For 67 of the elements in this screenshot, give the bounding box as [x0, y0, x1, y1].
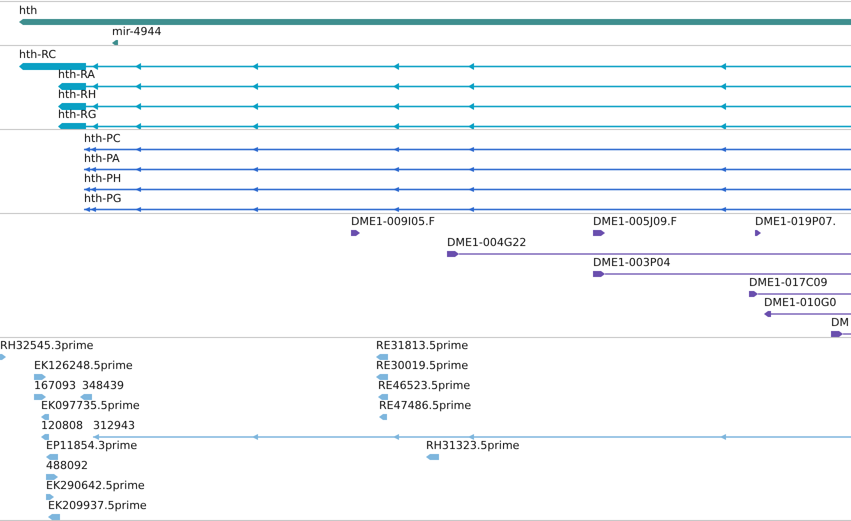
feature-label[interactable]: RE31813.5prime — [376, 339, 468, 352]
feature-label[interactable]: DME1-004G22 — [447, 236, 526, 249]
feature-label[interactable]: 312943 — [93, 419, 135, 432]
feature-label[interactable]: RH32545.3prime — [0, 339, 94, 352]
feature-label[interactable]: RH31323.5prime — [426, 439, 520, 452]
feature-label[interactable]: DME1-019P07. — [755, 215, 836, 228]
feature-label[interactable]: hth — [19, 4, 38, 17]
feature-label[interactable]: DME1-009I05.F — [351, 215, 435, 228]
clone-glyph[interactable] — [351, 230, 360, 236]
est-glyph[interactable] — [46, 454, 58, 460]
est-glyph[interactable] — [93, 434, 851, 440]
transcript-glyph[interactable] — [58, 83, 851, 90]
est-glyph[interactable] — [46, 474, 58, 480]
clone-glyph[interactable] — [749, 291, 851, 297]
clone-glyph[interactable] — [447, 251, 851, 257]
est-glyph[interactable] — [34, 374, 46, 380]
feature-label[interactable]: EK126248.5prime — [34, 359, 133, 372]
est-glyph[interactable] — [376, 374, 388, 380]
feature-label[interactable]: 488092 — [46, 459, 88, 472]
feature-label[interactable]: mir-4944 — [112, 25, 162, 38]
est-glyph[interactable] — [80, 394, 92, 400]
clone-glyph[interactable] — [593, 271, 851, 277]
clone-glyph[interactable] — [593, 230, 605, 236]
feature-label[interactable]: EK290642.5prime — [46, 479, 145, 492]
feature-label[interactable]: 120808 — [41, 419, 83, 432]
est-glyph[interactable] — [41, 414, 49, 420]
feature-label[interactable]: hth-RA — [58, 68, 95, 81]
feature-label[interactable]: hth-PH — [84, 172, 122, 185]
est-glyph[interactable] — [426, 454, 439, 460]
feature-label[interactable]: RE47486.5prime — [379, 399, 472, 412]
feature-label[interactable]: DM — [831, 316, 849, 329]
feature-label[interactable]: EP11854.3prime — [46, 439, 138, 452]
feature-label[interactable]: hth-RC — [19, 48, 56, 61]
feature-label[interactable]: DME1-005J09.F — [593, 215, 677, 228]
feature-label[interactable]: DME1-003P04 — [593, 256, 671, 269]
est-glyph[interactable] — [34, 394, 46, 400]
feature-label[interactable]: 167093 — [34, 379, 76, 392]
est-glyph[interactable] — [41, 434, 49, 440]
clone-glyph[interactable] — [764, 311, 851, 317]
transcript-glyph[interactable] — [58, 103, 851, 110]
feature-label[interactable]: DME1-017C09 — [749, 276, 828, 289]
clone-glyph[interactable] — [831, 331, 851, 337]
feature-label[interactable]: 348439 — [82, 379, 124, 392]
feature-label[interactable]: DME1-010G0 — [764, 296, 836, 309]
protein-glyph[interactable] — [84, 187, 851, 192]
est-glyph[interactable] — [46, 494, 54, 500]
est-glyph[interactable] — [378, 394, 388, 400]
feature-label[interactable]: EK209937.5prime — [48, 499, 147, 512]
feature-label[interactable]: hth-RG — [58, 108, 96, 121]
feature-label[interactable]: hth-PA — [84, 152, 120, 165]
feature-label[interactable]: EK097735.5prime — [41, 399, 140, 412]
feature-label[interactable]: hth-PC — [84, 132, 121, 145]
feature-label[interactable]: RE46523.5prime — [378, 379, 470, 392]
est-glyph[interactable] — [379, 414, 387, 420]
est-glyph[interactable] — [0, 354, 6, 360]
gene-glyph[interactable] — [112, 40, 118, 45]
est-glyph[interactable] — [376, 354, 388, 360]
est-glyph[interactable] — [48, 514, 60, 520]
clone-glyph[interactable] — [755, 230, 761, 236]
transcript-glyph[interactable] — [58, 123, 851, 129]
feature-label[interactable]: hth-PG — [84, 192, 122, 205]
protein-glyph[interactable] — [84, 147, 851, 152]
protein-glyph[interactable] — [84, 207, 851, 212]
feature-label[interactable]: RE30019.5prime — [376, 359, 468, 372]
protein-glyph[interactable] — [84, 167, 851, 172]
feature-label[interactable]: hth-RH — [58, 88, 96, 101]
transcript-glyph[interactable] — [19, 63, 851, 70]
